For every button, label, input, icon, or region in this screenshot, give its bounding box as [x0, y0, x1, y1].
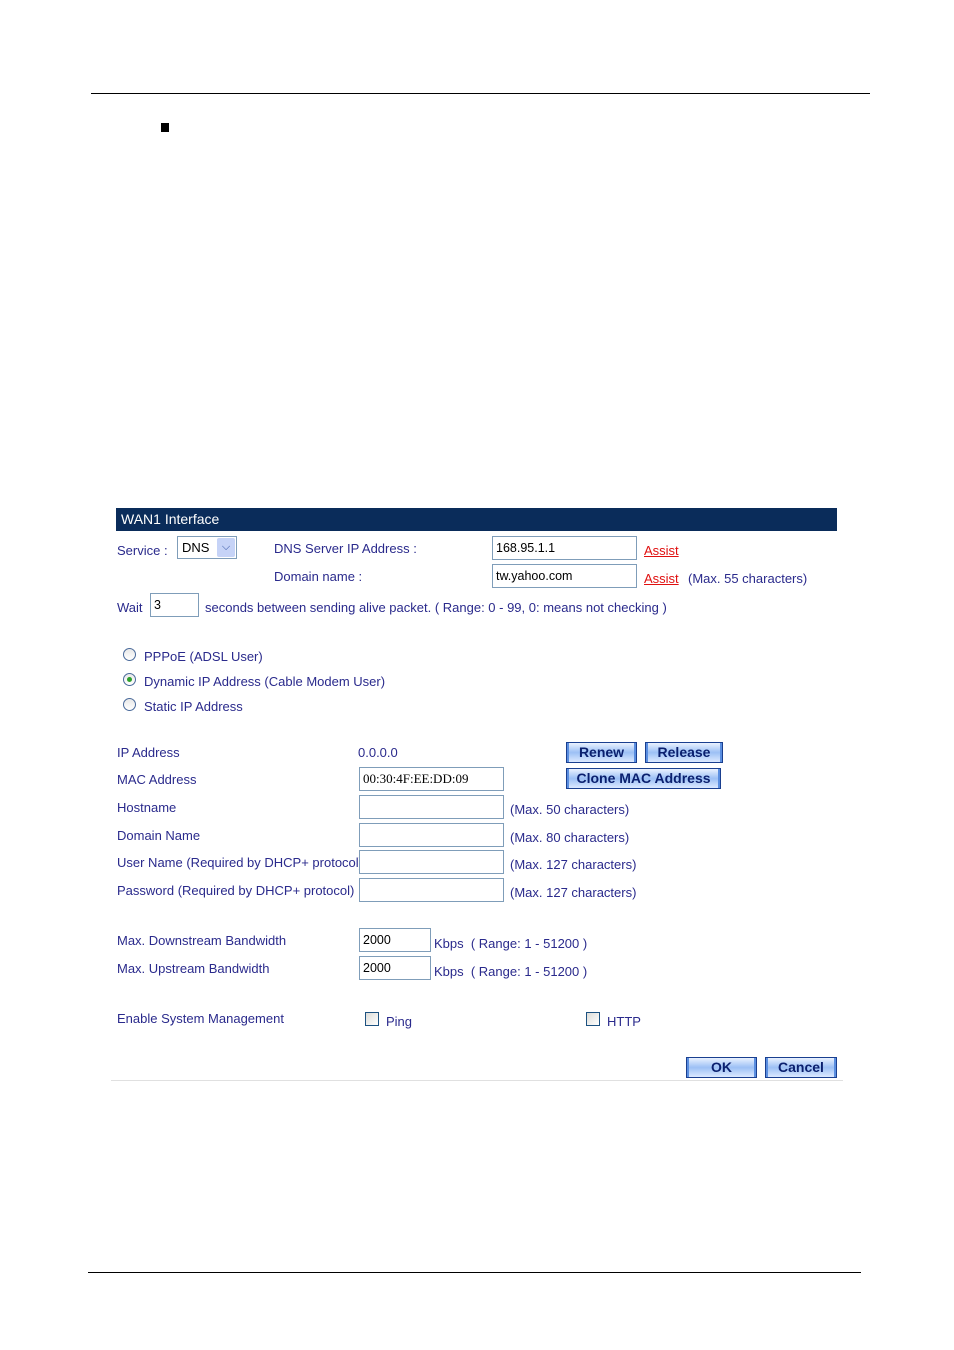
upstream-hint: Kbps ( Range: 1 - 51200 )	[434, 964, 588, 979]
header-rule	[91, 93, 870, 94]
renew-button[interactable]: Renew	[566, 742, 637, 763]
release-button[interactable]: Release	[645, 742, 723, 763]
username-input[interactable]	[359, 850, 504, 874]
radio-pppoe-label: PPPoE (ADSL User)	[144, 649, 263, 664]
ok-button[interactable]: OK	[686, 1057, 757, 1078]
ip-address-value: 0.0.0.0	[358, 745, 398, 760]
http-checkbox[interactable]	[586, 1012, 600, 1026]
domain-name-label: Domain name :	[274, 569, 363, 584]
hostname-hint: (Max. 50 characters)	[510, 802, 630, 817]
ping-label: Ping	[386, 1014, 413, 1029]
radio-static-ip-label: Static IP Address	[144, 699, 243, 714]
cancel-button[interactable]: Cancel	[765, 1057, 837, 1078]
panel-bottom-divider	[111, 1080, 843, 1081]
mac-address-input[interactable]	[359, 767, 504, 791]
password-hint: (Max. 127 characters)	[510, 885, 637, 900]
username-hint: (Max. 127 characters)	[510, 857, 637, 872]
footer-rule	[88, 1272, 861, 1273]
downstream-input[interactable]	[359, 928, 431, 952]
http-label: HTTP	[607, 1014, 641, 1029]
service-select[interactable]: DNS ⌵	[177, 536, 237, 559]
clone-mac-button[interactable]: Clone MAC Address	[566, 768, 721, 789]
downstream-hint: Kbps ( Range: 1 - 51200 )	[434, 936, 588, 951]
domain-hint: (Max. 55 characters)	[688, 571, 808, 586]
username-label: User Name (Required by DHCP+ protocol)	[117, 855, 364, 870]
service-selected-value: DNS	[182, 540, 210, 555]
domain-name-input[interactable]	[492, 564, 637, 588]
ping-checkbox[interactable]	[365, 1012, 379, 1026]
domain-name-field-label: Domain Name	[117, 828, 201, 843]
bullet-icon	[161, 123, 169, 132]
radio-static-ip[interactable]	[123, 698, 136, 711]
radio-dynamic-ip[interactable]	[123, 673, 136, 686]
upstream-input[interactable]	[359, 956, 431, 980]
domain-name-field-input[interactable]	[359, 823, 504, 847]
wait-hint: seconds between sending alive packet. ( …	[205, 600, 667, 615]
dns-server-label: DNS Server IP Address :	[274, 541, 417, 556]
radio-pppoe[interactable]	[123, 648, 136, 661]
domain-name-field-hint: (Max. 80 characters)	[510, 830, 630, 845]
dns-assist-link[interactable]: Assist	[644, 543, 679, 558]
chevron-down-icon[interactable]: ⌵	[217, 538, 235, 557]
panel-title: WAN1 Interface	[116, 508, 837, 531]
hostname-label: Hostname	[117, 800, 177, 815]
ip-address-label: IP Address	[117, 745, 180, 760]
radio-dynamic-ip-label: Dynamic IP Address (Cable Modem User)	[144, 674, 386, 689]
password-input[interactable]	[359, 878, 504, 902]
wait-label: Wait	[117, 600, 143, 615]
radio-selected-dot	[127, 677, 132, 682]
password-label: Password (Required by DHCP+ protocol)	[117, 883, 355, 898]
downstream-label: Max. Downstream Bandwidth	[117, 933, 287, 948]
domain-assist-link[interactable]: Assist	[644, 571, 679, 586]
wait-input[interactable]	[150, 593, 199, 617]
mac-address-label: MAC Address	[117, 772, 197, 787]
service-label: Service :	[117, 543, 168, 558]
hostname-input[interactable]	[359, 795, 504, 819]
system-management-label: Enable System Management	[117, 1011, 284, 1026]
upstream-label: Max. Upstream Bandwidth	[117, 961, 270, 976]
dns-server-input[interactable]	[492, 536, 637, 560]
